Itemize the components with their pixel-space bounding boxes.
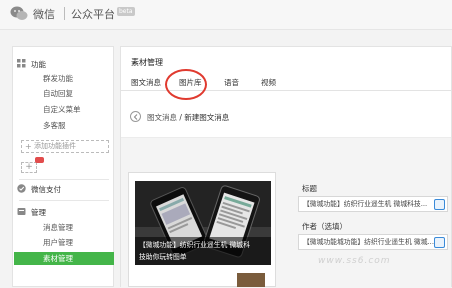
cover-image[interactable]: 【微城功能】纺织行业遥生机 微城科 技助你玩转图单 xyxy=(135,181,271,265)
grid-icon xyxy=(17,59,26,68)
sidebar-item-messages[interactable]: 消息管理 xyxy=(43,221,73,234)
edit-toggle-icon[interactable] xyxy=(434,199,445,210)
tab-voice[interactable]: 语音 xyxy=(224,77,239,88)
add-plugin-label: 添加功能插件 xyxy=(34,142,76,150)
title-label: 标题 xyxy=(302,184,317,193)
sidebar-divider xyxy=(19,179,109,180)
sidebar-section-function: 功能 xyxy=(13,57,113,71)
brand-divider xyxy=(64,7,65,20)
highlight-circle xyxy=(165,69,207,100)
plus-icon: + xyxy=(25,142,32,151)
sidebar-section-label: 管理 xyxy=(31,208,46,217)
sidebar: 功能 群发功能 自动回复 自定义菜单 多客服 + 添加功能插件 + 微信支付 管… xyxy=(12,46,114,287)
pay-icon xyxy=(17,184,26,193)
top-bar: 微信 公众平台 beta xyxy=(0,0,452,30)
breadcrumb-current: 新建图文消息 xyxy=(184,113,230,122)
brand-name: 微信 xyxy=(33,8,55,21)
thumbnail-image[interactable] xyxy=(237,273,265,287)
sidebar-item-customer-service[interactable]: 多客服 xyxy=(43,119,66,132)
sidebar-divider xyxy=(19,200,109,201)
breadcrumb-link[interactable]: 图文消息 xyxy=(147,113,177,122)
sidebar-item-materials[interactable]: 素材管理 xyxy=(14,252,114,265)
page-title: 素材管理 xyxy=(131,58,163,67)
caption-line: 【微城功能】纺织行业遥生机 微城科 xyxy=(139,241,250,249)
edit-toggle-icon[interactable] xyxy=(434,237,445,248)
author-input[interactable]: 【微城功能城功能】纺织行业遥生机 微城... xyxy=(298,234,448,250)
product-name: 公众平台 xyxy=(71,8,115,21)
sidebar-section-label: 微信支付 xyxy=(31,185,61,194)
sidebar-item-custom-menu[interactable]: 自定义菜单 xyxy=(43,103,81,116)
sidebar-item-mass-send[interactable]: 群发功能 xyxy=(43,72,73,85)
article-card[interactable]: 【微城功能】纺织行业遥生机 微城科 技助你玩转图单 xyxy=(128,172,276,287)
breadcrumb: 图文消息 / 新建图文消息 xyxy=(147,112,229,123)
watermark: www.ss6.com xyxy=(318,256,391,266)
sidebar-item-auto-reply[interactable]: 自动回复 xyxy=(43,87,73,100)
title-input[interactable]: 【微城功能】纺织行业遥生机 微城科技... xyxy=(298,196,448,212)
beta-badge: beta xyxy=(117,7,135,16)
new-badge xyxy=(35,157,44,163)
sidebar-section-label: 功能 xyxy=(31,60,46,69)
manage-icon xyxy=(17,208,26,215)
wechat-logo-icon xyxy=(10,6,28,20)
tab-news[interactable]: 图文消息 xyxy=(131,77,161,88)
cover-caption: 【微城功能】纺织行业遥生机 微城科 技助你玩转图单 xyxy=(135,237,271,265)
author-label: 作者（选填） xyxy=(302,222,347,231)
sidebar-section-manage: 管理 xyxy=(13,205,113,219)
add-plugin-button[interactable]: + 添加功能插件 xyxy=(21,140,109,153)
sidebar-item-users[interactable]: 用户管理 xyxy=(43,236,73,249)
breadcrumb-separator: / xyxy=(179,113,182,122)
caption-line: 技助你玩转图单 xyxy=(139,253,187,261)
tab-video[interactable]: 视频 xyxy=(261,77,276,88)
add-small-button[interactable]: + xyxy=(21,162,37,173)
sidebar-section-pay[interactable]: 微信支付 xyxy=(13,182,113,196)
back-icon[interactable] xyxy=(130,111,141,122)
